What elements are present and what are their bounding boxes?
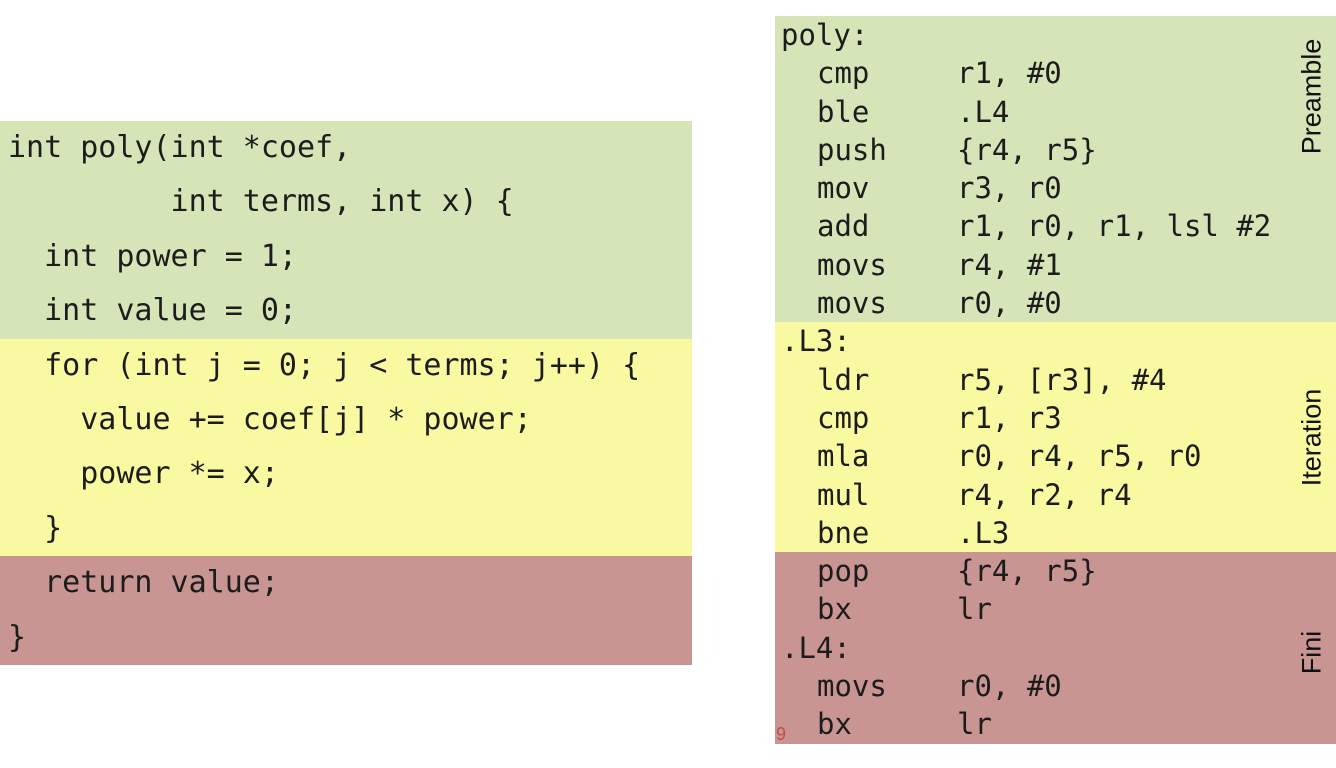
asm-line: push {r4, r5}: [775, 131, 1336, 169]
asm-operands: lr: [957, 707, 992, 742]
asm-operands: lr: [957, 592, 992, 627]
asm-line: mul r4, r2, r4: [775, 476, 1336, 514]
c-code-line: int poly(int *coef,: [8, 130, 352, 165]
asm-operands: r1, r0, r1, lsl #2: [957, 209, 1272, 244]
asm-operands: r0, r4, r5, r0: [957, 439, 1202, 474]
asm-opcode: bne: [817, 515, 870, 550]
asm-operands: {r4, r5}: [957, 554, 1097, 589]
asm-line: .L4:: [775, 629, 1336, 667]
c-code-line: int power = 1;: [8, 238, 297, 274]
asm-operands: r1, r3: [957, 400, 1062, 435]
asm-line: ble .L4: [775, 93, 1336, 131]
asm-line: cmp r1, #0: [775, 54, 1336, 92]
asm-opcode: mla: [817, 439, 870, 474]
c-code-line: power *= x;: [8, 456, 279, 492]
asm-fini-block: pop {r4, r5} bx lr .L4: movs r0, #0 bx lr Fi…: [775, 552, 1336, 744]
c-code-line: int terms, int x) {: [8, 184, 514, 220]
asm-opcode: movs: [817, 247, 887, 282]
asm-opcode: cmp: [817, 56, 870, 91]
asm-opcode: ldr: [817, 362, 870, 397]
asm-opcode: pop: [817, 554, 870, 589]
c-source-panel: int poly(int *coef, int terms, int x) { …: [0, 121, 692, 665]
asm-opcode: add: [817, 209, 870, 244]
asm-line: pop {r4, r5}: [775, 552, 1336, 590]
asm-opcode: push: [817, 132, 887, 167]
asm-panel: poly: cmp r1, #0 ble .L4 push {r4, r5} mov r…: [775, 16, 1336, 752]
c-code-line: }: [8, 619, 27, 655]
asm-opcode: mul: [817, 477, 870, 512]
asm-operands: r5, [r3], #4: [957, 362, 1167, 397]
fini-section-label: Fini: [1296, 630, 1327, 674]
asm-operands: r0, #0: [957, 669, 1062, 704]
asm-line: .L3:: [775, 322, 1336, 360]
asm-line: bx lr: [775, 590, 1336, 628]
asm-label: .L4:: [781, 630, 851, 665]
asm-operands: r3, r0: [957, 171, 1062, 206]
asm-opcode: movs: [817, 286, 887, 321]
asm-line: movs r4, #1: [775, 246, 1336, 284]
asm-line: poly:: [775, 16, 1336, 54]
c-iteration-block: for (int j = 0; j < terms; j++) { value …: [0, 338, 692, 557]
asm-operands: .L4: [957, 94, 1010, 129]
asm-line: mla r0, r4, r5, r0: [775, 437, 1336, 475]
asm-label: .L3:: [781, 324, 851, 359]
iteration-section-label: Iteration: [1296, 388, 1327, 487]
asm-opcode: movs: [817, 669, 887, 704]
asm-operands: r4, r2, r4: [957, 477, 1132, 512]
c-preamble-block: int poly(int *coef, int terms, int x) { …: [0, 121, 692, 339]
asm-line: ldr r5, [r3], #4: [775, 361, 1336, 399]
asm-operands: r0, #0: [957, 286, 1062, 321]
c-code-line: for (int j = 0; j < terms; j++) {: [8, 347, 641, 383]
asm-line: bx lr: [775, 705, 1336, 743]
c-fini-block: return value; }: [0, 556, 692, 665]
c-code-line: return value;: [8, 565, 279, 601]
asm-operands: {r4, r5}: [957, 132, 1097, 167]
asm-opcode: bx: [817, 592, 852, 627]
asm-opcode: ble: [817, 94, 870, 129]
asm-opcode: bx: [817, 707, 852, 742]
c-code-line: }: [8, 510, 63, 546]
asm-preamble-block: poly: cmp r1, #0 ble .L4 push {r4, r5} mov r…: [775, 16, 1336, 323]
asm-line: movs r0, #0: [775, 284, 1336, 322]
preamble-section-label: Preamble: [1296, 38, 1327, 154]
c-code-line: value += coef[j] * power;: [8, 401, 532, 437]
asm-operands: r1, #0: [957, 56, 1062, 91]
asm-operands: r4, #1: [957, 247, 1062, 282]
asm-opcode: mov: [817, 171, 870, 206]
asm-line: movs r0, #0: [775, 667, 1336, 705]
asm-line: add r1, r0, r1, lsl #2: [775, 207, 1336, 245]
asm-line: bne .L3: [775, 514, 1336, 552]
asm-operands: .L3: [957, 515, 1010, 550]
asm-label: poly:: [781, 18, 869, 52]
c-code-line: int value = 0;: [8, 293, 297, 329]
asm-line: mov r3, r0: [775, 169, 1336, 207]
asm-opcode: cmp: [817, 400, 870, 435]
asm-iteration-block: .L3: ldr r5, [r3], #4 cmp r1, r3 mla r0, r4…: [775, 322, 1336, 553]
page-number: 9: [776, 724, 787, 744]
asm-line: cmp r1, r3: [775, 399, 1336, 437]
